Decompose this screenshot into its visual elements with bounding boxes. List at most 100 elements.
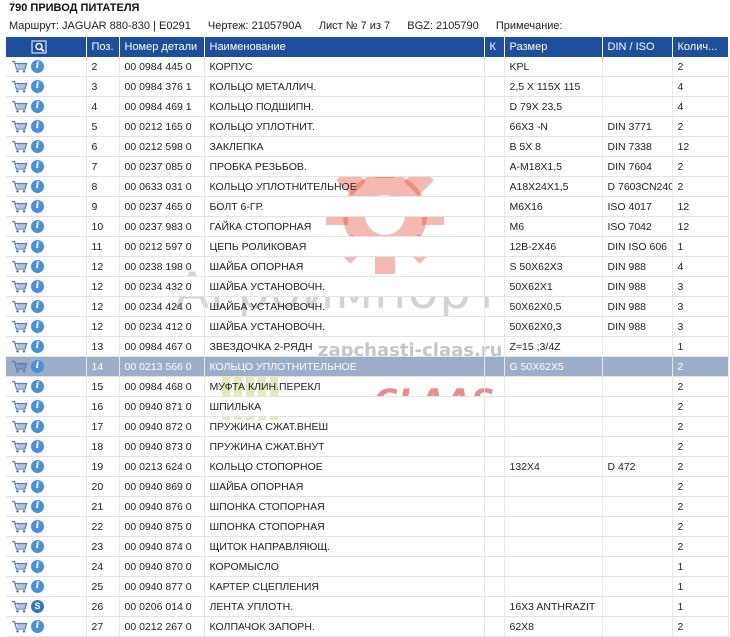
info-icon[interactable]: i — [31, 460, 44, 473]
header-din-iso[interactable]: DIN / ISO — [602, 37, 673, 57]
table-row[interactable]: i 14 00 0213 566 0 КОЛЬЦО УПЛОТНИТЕЛЬНОЕ G 5… — [6, 356, 729, 377]
cart-icon[interactable] — [11, 260, 28, 273]
info-icon[interactable]: i — [31, 160, 44, 173]
info-icon[interactable]: i — [31, 360, 44, 373]
info-icon[interactable]: i — [31, 100, 44, 113]
table-row[interactable]: i 16 00 0940 871 0 ШПИЛЬКА 2 — [6, 396, 729, 417]
cart-icon[interactable] — [11, 400, 28, 413]
table-row[interactable]: i 11 00 0212 597 0 ЦЕПЬ РОЛИКОВАЯ 12B-2X46 DI… — [6, 236, 729, 257]
cart-icon[interactable] — [11, 280, 28, 293]
info-icon[interactable]: i — [31, 480, 44, 493]
table-row[interactable]: i 23 00 0940 874 0 ЩИТОК НАПРАВЛЯЮЩ. 2 — [6, 536, 729, 557]
cart-icon[interactable] — [11, 100, 28, 113]
cart-icon[interactable] — [11, 200, 28, 213]
cart-icon[interactable] — [11, 320, 28, 333]
info-icon[interactable]: i — [31, 380, 44, 393]
table-row[interactable]: i 18 00 0940 873 0 ПРУЖИНА СЖАТ.ВНУТ 2 — [6, 436, 729, 457]
info-icon[interactable]: i — [31, 200, 44, 213]
cart-icon[interactable] — [11, 240, 28, 253]
table-row[interactable]: i 10 00 0237 983 0 ГАЙКА СТОПОРНАЯ M6 ISO 704… — [6, 216, 729, 237]
cart-icon[interactable] — [11, 520, 28, 533]
cart-icon[interactable] — [11, 300, 28, 313]
table-row[interactable]: i 27 00 0212 267 0 КОЛПАЧОК ЗАПОРН. 62X8 2 — [6, 616, 729, 637]
info-icon[interactable]: i — [31, 120, 44, 133]
info-icon[interactable]: i — [31, 300, 44, 313]
header-quantity[interactable]: Колич... — [672, 37, 729, 57]
table-row[interactable]: i 8 00 0633 031 0 КОЛЬЦО УПЛОТНИТЕЛЬНОЕ A18X… — [6, 176, 729, 197]
cart-icon[interactable] — [11, 340, 28, 353]
info-icon[interactable]: i — [31, 620, 44, 633]
info-icon[interactable]: i — [31, 440, 44, 453]
cart-icon[interactable] — [11, 500, 28, 513]
cart-icon[interactable] — [11, 460, 28, 473]
table-row[interactable]: i 20 00 0940 869 0 ШАЙБА ОПОРНАЯ 2 — [6, 476, 729, 497]
header-part-number[interactable]: Номер детали — [119, 37, 205, 57]
cart-icon[interactable] — [11, 420, 28, 433]
info-icon[interactable]: i — [31, 240, 44, 253]
cart-icon[interactable] — [11, 160, 28, 173]
cart-icon[interactable] — [11, 60, 28, 73]
info-icon[interactable]: i — [31, 580, 44, 593]
table-row[interactable]: i 24 00 0940 870 0 КОРОМЫСЛО 1 — [6, 556, 729, 577]
info-icon[interactable]: i — [31, 180, 44, 193]
info-icon[interactable]: i — [31, 60, 44, 73]
header-size[interactable]: Размер — [504, 37, 603, 57]
cart-icon[interactable] — [11, 600, 28, 613]
header-pos[interactable]: Поз. — [86, 37, 120, 57]
row-actions: i — [6, 516, 87, 537]
info-icon[interactable]: i — [31, 400, 44, 413]
info-icon[interactable]: i — [31, 560, 44, 573]
table-row[interactable]: i 4 00 0984 469 1 КОЛЬЦО ПОДШИПН. D 79X 23,5… — [6, 96, 729, 117]
info-icon[interactable]: i — [31, 140, 44, 153]
table-row[interactable]: i 22 00 0940 875 0 ШПОНКА СТОПОРНАЯ 2 — [6, 516, 729, 537]
info-icon[interactable]: i — [31, 520, 44, 533]
table-row[interactable]: i 25 00 0940 877 0 КАРТЕР СЦЕПЛЕНИЯ 1 — [6, 576, 729, 597]
info-icon[interactable]: i — [31, 500, 44, 513]
table-row[interactable]: i 2 00 0984 445 0 КОРПУС KPL 2 — [6, 57, 729, 77]
info-icon[interactable]: i — [31, 540, 44, 553]
header-icon-column[interactable] — [6, 37, 87, 57]
header-name[interactable]: Наименование — [204, 37, 485, 57]
search-table-icon[interactable] — [31, 40, 47, 54]
table-row[interactable]: i 5 00 0212 165 0 КОЛЬЦО УПЛОТНИТ. 66X3 -N DI… — [6, 116, 729, 137]
table-row[interactable]: S 26 00 0206 014 0 ЛЕНТА УПЛОТН. 16X3 ANTHRA… — [6, 596, 729, 617]
info-icon[interactable]: i — [31, 340, 44, 353]
info-icon[interactable]: i — [31, 420, 44, 433]
table-row[interactable]: i 21 00 0940 876 0 ШПОНКА СТОПОРНАЯ 2 — [6, 496, 729, 517]
cell-k — [484, 136, 505, 157]
table-row[interactable]: i 12 00 0234 412 0 ШАЙБА УСТАНОВОЧН. 50X62X0… — [6, 316, 729, 337]
cart-icon[interactable] — [11, 220, 28, 233]
info-icon[interactable]: i — [31, 260, 44, 273]
cart-icon[interactable] — [11, 620, 28, 633]
table-row[interactable]: i 3 00 0984 376 1 КОЛЬЦО МЕТАЛЛИЧ. 2,5 X 115… — [6, 76, 729, 97]
cart-icon[interactable] — [11, 80, 28, 93]
info-icon[interactable]: i — [31, 80, 44, 93]
table-row[interactable]: i 19 00 0213 624 0 КОЛЬЦО СТОПОРНОЕ 132X4 D 4… — [6, 456, 729, 477]
cart-icon[interactable] — [11, 480, 28, 493]
table-row[interactable]: i 7 00 0237 085 0 ПРОБКА РЕЗЬБОВ. A-M18X1,5 D… — [6, 156, 729, 177]
table-row[interactable]: i 15 00 0984 468 0 МУФТА КЛИН.ПЕРЕКЛ 2 — [6, 376, 729, 397]
table-row[interactable]: i 13 00 0984 467 0 ЗВЕЗДОЧКА 2-РЯДН Z=15 ;3/… — [6, 336, 729, 357]
info-icon[interactable]: i — [31, 280, 44, 293]
cart-icon[interactable] — [11, 540, 28, 553]
table-row[interactable]: i 6 00 0212 598 0 ЗАКЛЕПКА B 5X 8 DIN 7338 12 — [6, 136, 729, 157]
cart-icon[interactable] — [11, 120, 28, 133]
table-row[interactable]: i 9 00 0237 465 0 БОЛТ 6-ГР. M6X16 ISO 4017 12 — [6, 196, 729, 217]
cart-icon[interactable] — [11, 440, 28, 453]
cell-size: 66X3 -N — [504, 116, 603, 137]
cell-name: ШАЙБА ОПОРНАЯ — [204, 256, 485, 277]
table-row[interactable]: i 17 00 0940 872 0 ПРУЖИНА СЖАТ.ВНЕШ 2 — [6, 416, 729, 437]
table-row[interactable]: i 12 00 0238 198 0 ШАЙБА ОПОРНАЯ S 50X62X3 DI… — [6, 256, 729, 277]
table-row[interactable]: i 12 00 0234 424 0 ШАЙБА УСТАНОВОЧН. 50X62X0… — [6, 296, 729, 317]
info-icon[interactable]: i — [31, 320, 44, 333]
cart-icon[interactable] — [11, 360, 28, 373]
cart-icon[interactable] — [11, 580, 28, 593]
header-k[interactable]: К — [484, 37, 505, 57]
supersession-icon[interactable]: S — [31, 600, 44, 613]
cart-icon[interactable] — [11, 560, 28, 573]
table-row[interactable]: i 12 00 0234 432 0 ШАЙБА УСТАНОВОЧН. 50X62X1… — [6, 276, 729, 297]
cart-icon[interactable] — [11, 380, 28, 393]
cart-icon[interactable] — [11, 180, 28, 193]
cart-icon[interactable] — [11, 140, 28, 153]
info-icon[interactable]: i — [31, 220, 44, 233]
